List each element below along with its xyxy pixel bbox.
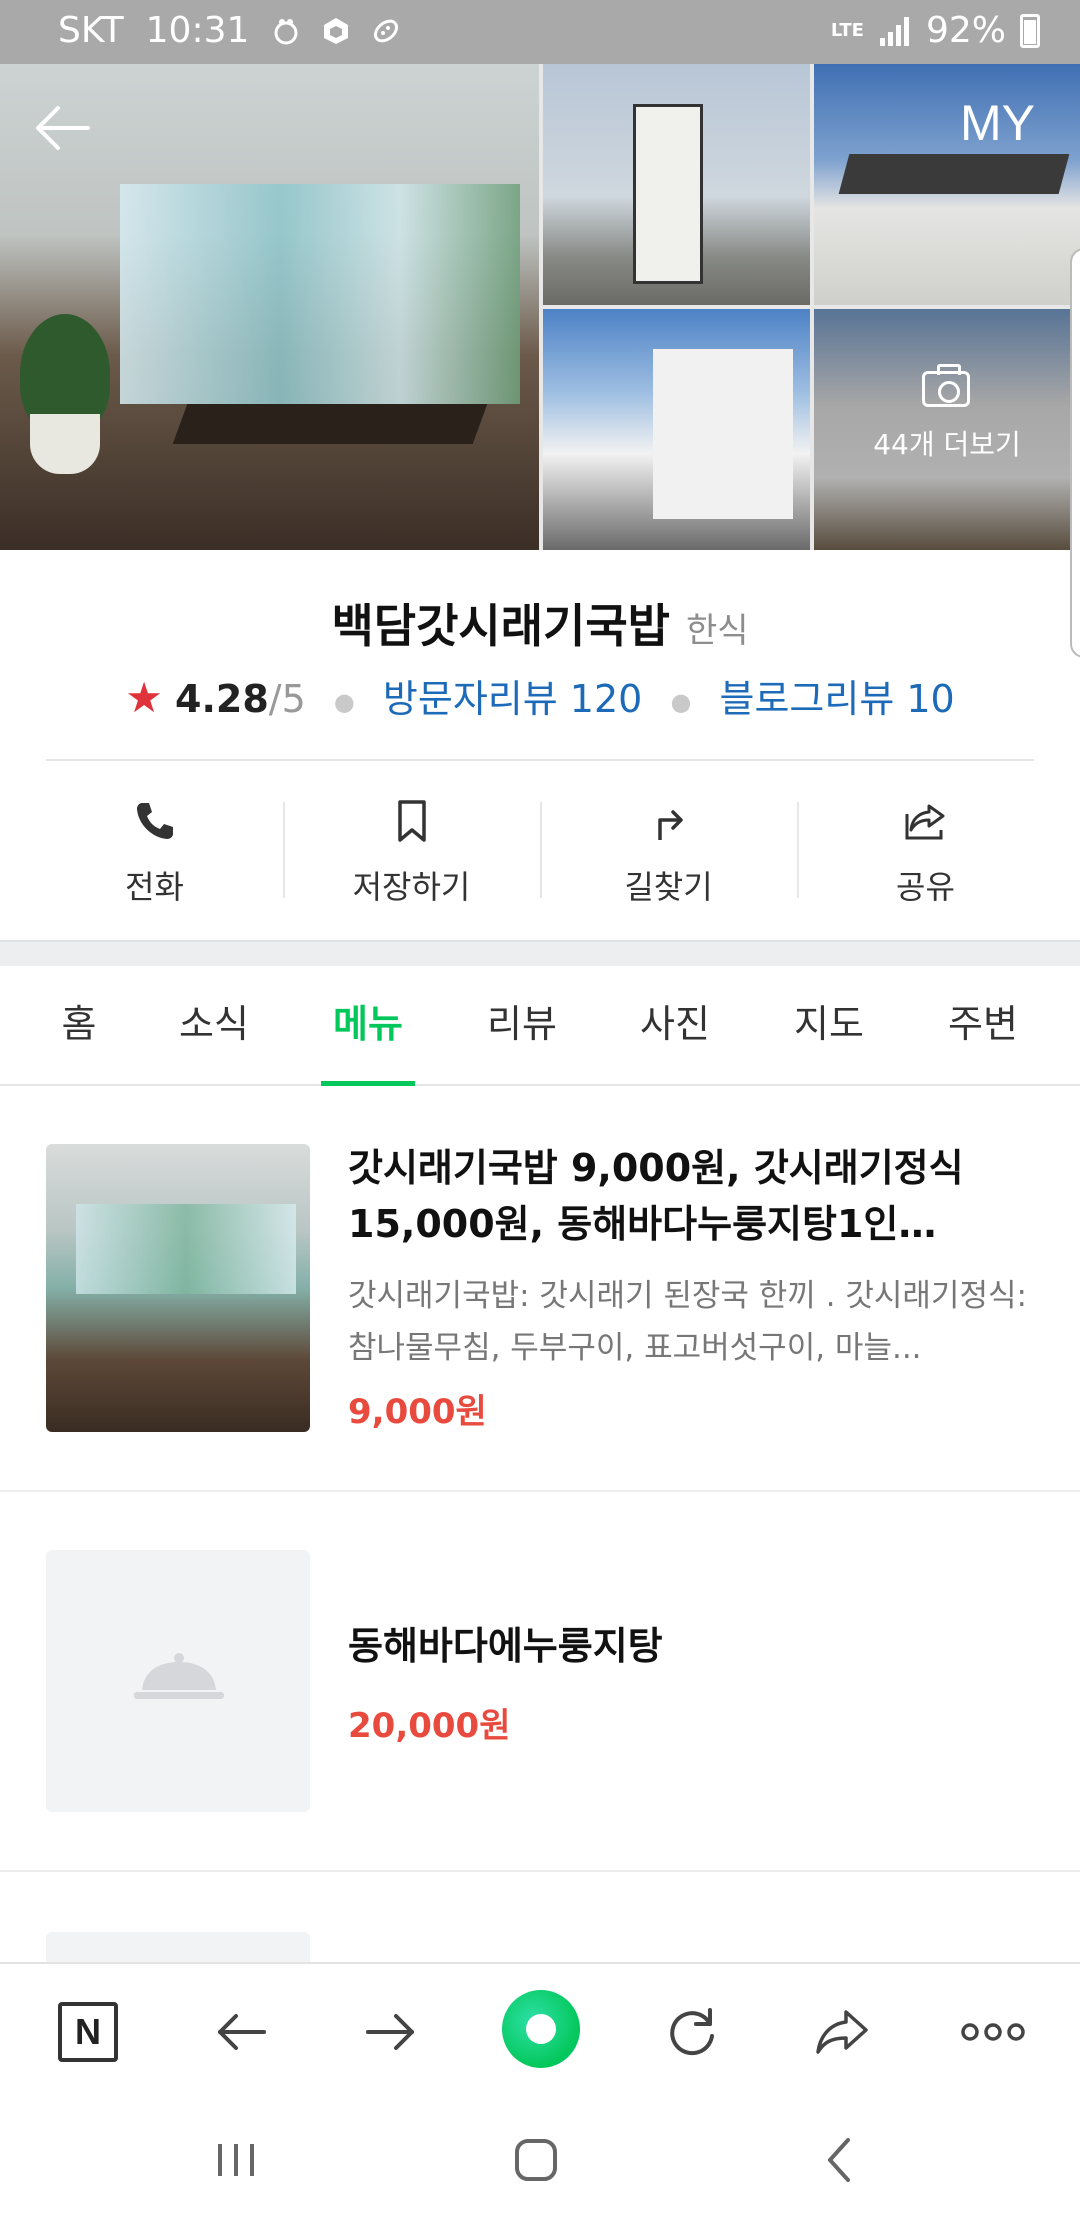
notification-app-icon bbox=[274, 18, 298, 44]
more-photos-button[interactable]: 44개 더보기 bbox=[814, 309, 1080, 550]
share-label: 공유 bbox=[896, 868, 955, 906]
camera-icon bbox=[922, 364, 970, 407]
system-nav-bar bbox=[0, 2098, 1080, 2220]
naver-home-icon[interactable]: N bbox=[58, 2002, 118, 2062]
share-button[interactable]: 공유 bbox=[797, 762, 1054, 942]
directions-label: 길찾기 bbox=[624, 868, 713, 906]
place-title: 백담갓시래기국밥 bbox=[331, 599, 670, 653]
menu-item-photo[interactable] bbox=[46, 1144, 310, 1432]
place-category: 한식 bbox=[686, 611, 749, 651]
share-icon bbox=[905, 804, 944, 840]
green-dot-button[interactable] bbox=[502, 1990, 580, 2068]
clock: 10:31 bbox=[145, 10, 250, 51]
battery-icon bbox=[1020, 13, 1040, 48]
star-icon: ★ bbox=[125, 673, 163, 722]
phone-icon bbox=[136, 803, 173, 839]
call-label: 전화 bbox=[125, 868, 184, 906]
rating-max: /5 bbox=[268, 677, 306, 721]
tab-photos[interactable]: 사진 bbox=[598, 966, 752, 1086]
visitor-reviews-link[interactable]: 방문자리뷰 120 bbox=[383, 677, 642, 721]
refresh-icon[interactable] bbox=[660, 2000, 724, 2064]
menu-item-price: 20,000원 bbox=[348, 1706, 511, 1746]
divider bbox=[283, 802, 285, 898]
blog-reviews-link[interactable]: 블로그리뷰 10 bbox=[719, 677, 954, 721]
photo-thumb-3[interactable] bbox=[543, 309, 810, 550]
photo-thumb-1[interactable] bbox=[543, 64, 810, 305]
directions-button[interactable]: 길찾기 bbox=[540, 762, 797, 942]
menu-item[interactable]: 갓시래기국밥 9,000원, 갓시래기정식 15,000원, 동해바다누룽지탕1… bbox=[0, 1088, 1080, 1492]
action-bar: 전화 저장하기 길찾기 공유 bbox=[0, 762, 1080, 942]
back-arrow-icon[interactable] bbox=[30, 96, 94, 160]
divider bbox=[797, 802, 799, 898]
tab-news[interactable]: 소식 bbox=[137, 966, 291, 1086]
menu-item-placeholder-image bbox=[46, 1932, 310, 1962]
status-bar: SKT 10:31 LTE 92% bbox=[0, 0, 1080, 64]
photo-gallery: 44개 더보기 bbox=[0, 64, 1080, 550]
tab-home[interactable]: 홈 bbox=[2, 966, 156, 1086]
more-options-icon[interactable] bbox=[958, 2000, 1028, 2064]
separator-dot: ● bbox=[333, 687, 355, 716]
home-icon[interactable] bbox=[506, 2132, 566, 2188]
save-button[interactable]: 저장하기 bbox=[283, 762, 540, 942]
forward-icon[interactable] bbox=[358, 2000, 422, 2064]
menu-item-name: 동해바다에누룽지탕 bbox=[348, 1624, 663, 1668]
directions-icon bbox=[657, 810, 683, 840]
food-cloche-icon bbox=[134, 1653, 224, 1699]
notification-shoe-icon bbox=[374, 19, 399, 42]
photo-thumb-2[interactable] bbox=[814, 64, 1080, 305]
rating-value: 4.28 bbox=[175, 677, 269, 721]
recent-apps-icon[interactable] bbox=[206, 2132, 266, 2188]
divider bbox=[46, 759, 1034, 761]
network-type: LTE bbox=[830, 19, 864, 41]
menu-item-description: 갓시래기국밥: 갓시래기 된장국 한끼 . 갓시래기정식: 참나물무침, 두부구… bbox=[348, 1278, 1027, 1366]
tab-nearby[interactable]: 주변 bbox=[906, 966, 1060, 1086]
call-button[interactable]: 전화 bbox=[26, 762, 283, 942]
browser-toolbar: N bbox=[0, 1962, 1080, 2098]
menu-item-price: 9,000원 bbox=[348, 1392, 487, 1432]
back-icon[interactable] bbox=[210, 2000, 274, 2064]
my-button[interactable]: MY bbox=[960, 94, 1035, 152]
battery-percent: 92% bbox=[925, 10, 1006, 51]
system-back-icon[interactable] bbox=[810, 2132, 870, 2188]
share-arrow-icon[interactable] bbox=[810, 2000, 874, 2064]
tab-bar: 홈 소식 메뉴 리뷰 사진 지도 주변 bbox=[0, 966, 1080, 1086]
bookmark-icon bbox=[397, 800, 426, 842]
menu-item-placeholder-image bbox=[46, 1550, 310, 1812]
tab-reviews[interactable]: 리뷰 bbox=[445, 966, 599, 1086]
separator-dot: ● bbox=[670, 687, 692, 716]
section-gap bbox=[0, 940, 1080, 966]
more-photos-label: 44개 더보기 bbox=[873, 428, 1021, 461]
menu-item-name: 갓시래기국밥 9,000원, 갓시래기정식 15,000원, 동해바다누룽지탕1… bbox=[348, 1146, 964, 1246]
signal-icon bbox=[879, 16, 909, 46]
divider bbox=[540, 802, 542, 898]
tab-map[interactable]: 지도 bbox=[752, 966, 906, 1086]
notification-box-icon bbox=[324, 17, 349, 44]
save-label: 저장하기 bbox=[352, 868, 471, 906]
carrier: SKT bbox=[58, 10, 124, 51]
menu-item[interactable]: 동해바다에누룽지탕 20,000원 bbox=[0, 1492, 1080, 1872]
tab-menu[interactable]: 메뉴 bbox=[291, 966, 445, 1086]
